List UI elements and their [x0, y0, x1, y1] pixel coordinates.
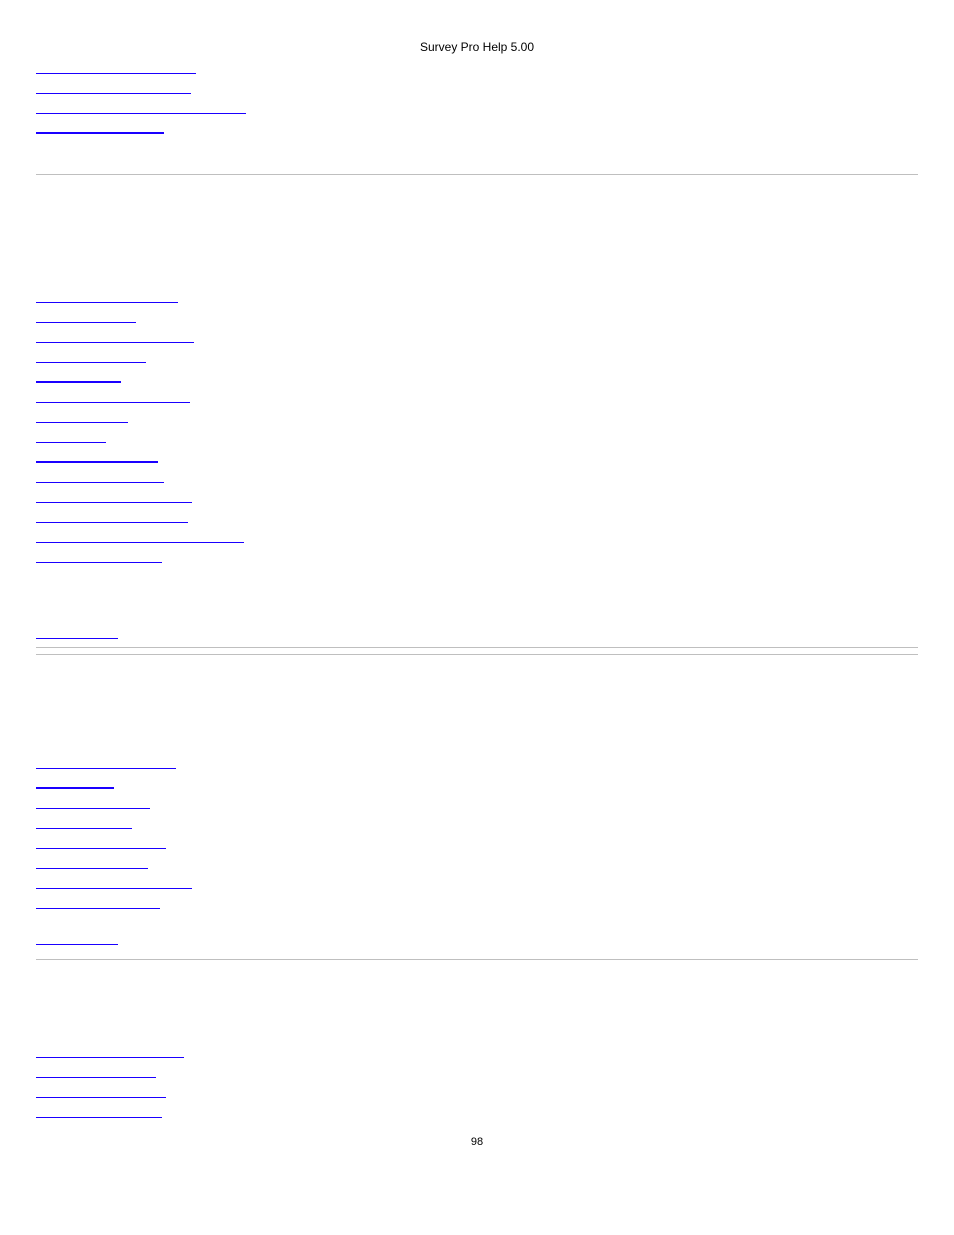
toc-link[interactable]	[36, 1084, 918, 1098]
link-underline-icon	[36, 768, 176, 769]
link-underline-icon	[36, 542, 244, 543]
link-underline-icon	[36, 562, 162, 563]
toc-link[interactable]	[36, 815, 918, 829]
link-underline-icon	[36, 1077, 156, 1078]
toc-link[interactable]	[36, 60, 918, 74]
link-group	[36, 1044, 918, 1118]
toc-link[interactable]	[36, 529, 918, 543]
toc-link[interactable]	[36, 1044, 918, 1058]
toc-link[interactable]	[36, 509, 918, 523]
toc-link[interactable]	[36, 309, 918, 323]
toc-link[interactable]	[36, 469, 918, 483]
link-underline-icon	[36, 461, 158, 463]
toc-link[interactable]	[36, 120, 918, 134]
link-underline-icon	[36, 848, 166, 849]
toc-link[interactable]	[36, 625, 918, 639]
link-underline-icon	[36, 944, 118, 945]
toc-link[interactable]	[36, 835, 918, 849]
link-underline-icon	[36, 322, 136, 323]
toc-link[interactable]	[36, 895, 918, 909]
toc-link[interactable]	[36, 429, 918, 443]
link-underline-icon	[36, 132, 164, 134]
toc-link[interactable]	[36, 549, 918, 563]
page-number: 98	[0, 1136, 954, 1148]
toc-link[interactable]	[36, 449, 918, 463]
link-underline-icon	[36, 1097, 166, 1098]
toc-link[interactable]	[36, 389, 918, 403]
toc-link[interactable]	[36, 369, 918, 383]
toc-link[interactable]	[36, 775, 918, 789]
toc-link[interactable]	[36, 289, 918, 303]
toc-link[interactable]	[36, 409, 918, 423]
link-underline-icon	[36, 422, 128, 423]
link-group	[36, 60, 918, 134]
link-underline-icon	[36, 362, 146, 363]
link-underline-icon	[36, 113, 246, 114]
link-underline-icon	[36, 93, 191, 94]
toc-link[interactable]	[36, 931, 918, 945]
toc-link[interactable]	[36, 855, 918, 869]
toc-link[interactable]	[36, 100, 918, 114]
link-underline-icon	[36, 442, 106, 443]
link-underline-icon	[36, 302, 178, 303]
toc-link[interactable]	[36, 329, 918, 343]
link-underline-icon	[36, 908, 160, 909]
toc-link[interactable]	[36, 1064, 918, 1078]
link-underline-icon	[36, 522, 188, 523]
toc-link[interactable]	[36, 795, 918, 809]
link-underline-icon	[36, 502, 192, 503]
link-underline-icon	[36, 381, 121, 383]
toc-link[interactable]	[36, 489, 918, 503]
link-underline-icon	[36, 1117, 162, 1118]
link-underline-icon	[36, 868, 148, 869]
link-underline-icon	[36, 73, 196, 74]
link-underline-icon	[36, 402, 190, 403]
link-underline-icon	[36, 787, 114, 789]
toc-link[interactable]	[36, 755, 918, 769]
link-underline-icon	[36, 828, 132, 829]
toc-link[interactable]	[36, 349, 918, 363]
link-underline-icon	[36, 342, 194, 343]
link-underline-icon	[36, 638, 118, 639]
link-underline-icon	[36, 888, 192, 889]
toc-link[interactable]	[36, 875, 918, 889]
toc-link[interactable]	[36, 80, 918, 94]
link-group	[36, 289, 918, 563]
link-group	[36, 755, 918, 909]
page-header-title: Survey Pro Help 5.00	[36, 40, 918, 54]
link-underline-icon	[36, 1057, 184, 1058]
link-underline-icon	[36, 808, 150, 809]
link-group-tail	[36, 625, 918, 639]
toc-link[interactable]	[36, 1104, 918, 1118]
link-underline-icon	[36, 482, 164, 483]
link-group-tail	[36, 931, 918, 945]
